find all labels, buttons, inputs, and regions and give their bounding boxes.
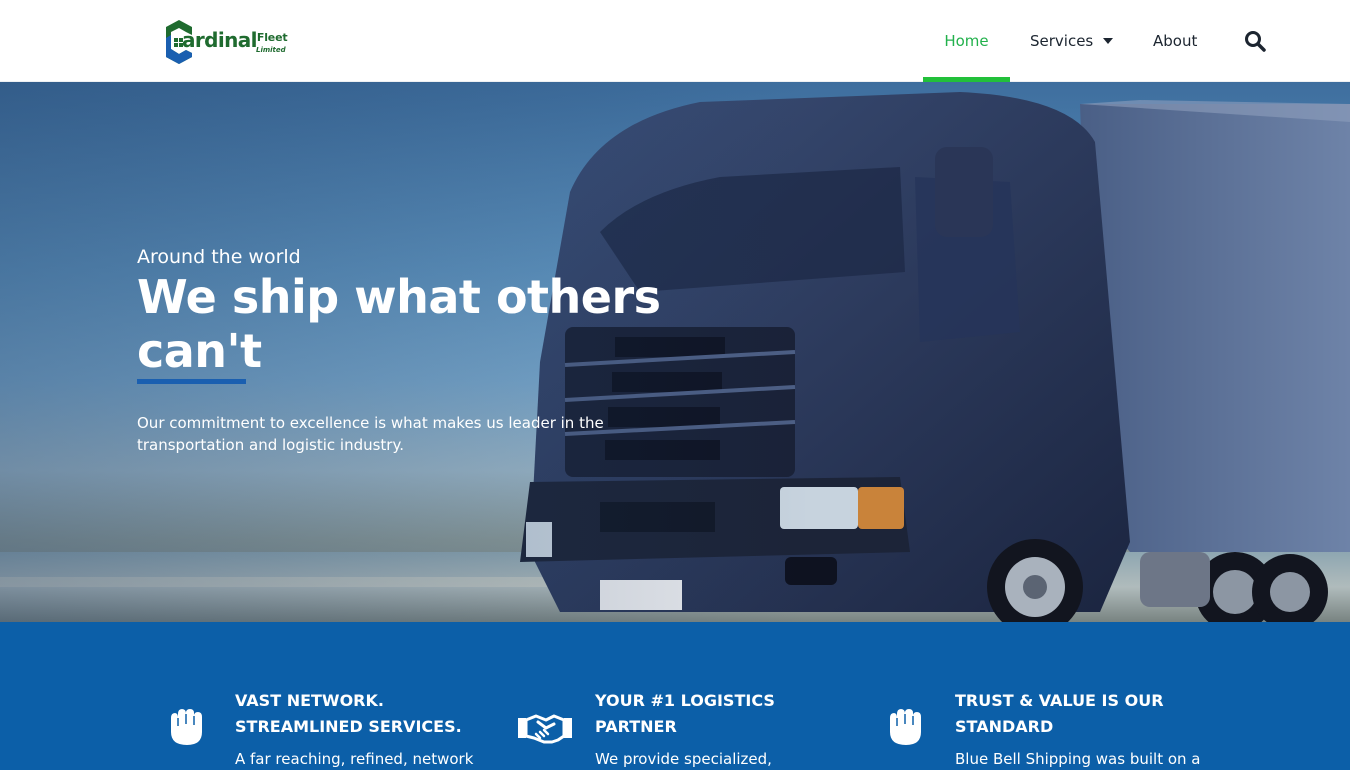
feature-title-line1: TRUST & VALUE IS OUR — [955, 691, 1164, 710]
site-header: ardinalFleet Limited Home Services About — [0, 0, 1350, 82]
hero-title-underline — [137, 379, 246, 384]
nav-services-label: Services — [1030, 32, 1094, 50]
nav-services[interactable]: Services — [1030, 0, 1114, 82]
feature-title-line1: VAST NETWORK. — [235, 691, 384, 710]
feature-title-line1: YOUR #1 LOGISTICS — [595, 691, 775, 710]
hero-kicker: Around the world — [137, 246, 301, 268]
features-section: VAST NETWORK. STREAMLINED SERVICES. A fa… — [0, 622, 1350, 770]
brand-name-main: ardinal — [182, 28, 258, 52]
brand-name-sub: Limited — [256, 46, 286, 54]
hero-banner: Around the world We ship what others can… — [0, 82, 1350, 622]
nav-about[interactable]: About — [1153, 0, 1197, 82]
feature-title: YOUR #1 LOGISTICS PARTNER — [595, 688, 775, 740]
hand-icon — [171, 709, 202, 745]
brand-name-fleet: Fleet — [256, 31, 288, 44]
hero-description: Our commitment to excellence is what mak… — [137, 414, 604, 454]
nav-about-label: About — [1153, 32, 1198, 50]
search-button[interactable] — [1243, 0, 1267, 82]
feature-description: We provide specialized, — [595, 750, 772, 768]
feature-description: A far reaching, refined, network — [235, 750, 474, 768]
brand-logo[interactable]: ardinalFleet Limited — [164, 18, 294, 66]
nav-home-label: Home — [944, 32, 989, 50]
handshake-icon — [518, 714, 572, 744]
hero-title: We ship what others can't — [137, 270, 661, 378]
search-icon — [1245, 31, 1266, 52]
hand-icon — [890, 709, 921, 745]
feature-title: TRUST & VALUE IS OUR STANDARD — [955, 688, 1164, 740]
caret-down-icon — [1103, 38, 1114, 44]
feature-title: VAST NETWORK. STREAMLINED SERVICES. — [235, 688, 462, 740]
feature-description: Blue Bell Shipping was built on a — [955, 750, 1201, 768]
feature-title-line2: STANDARD — [955, 717, 1054, 736]
feature-title-line2: STREAMLINED SERVICES. — [235, 717, 462, 736]
feature-title-line2: PARTNER — [595, 717, 677, 736]
nav-home[interactable]: Home — [923, 0, 1010, 82]
